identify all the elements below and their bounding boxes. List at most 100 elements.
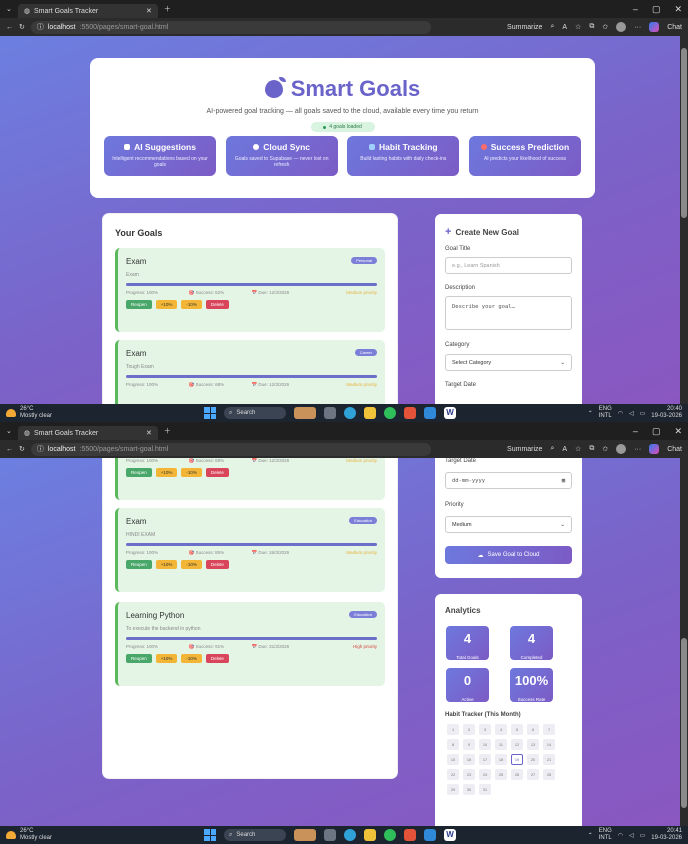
battery-icon[interactable]: ▭ xyxy=(640,832,646,839)
scrollbar[interactable] xyxy=(680,36,688,404)
file-explorer-icon[interactable] xyxy=(324,829,336,841)
chat-button[interactable]: Chat xyxy=(667,446,682,453)
url-field[interactable]: ⓘ localhost:5500/pages/smart-goal.html xyxy=(30,20,431,34)
wifi-icon[interactable]: ◠ xyxy=(618,410,623,417)
description-textarea[interactable]: Describe your goal… xyxy=(445,296,572,330)
plus-10-button[interactable]: +10% xyxy=(155,560,178,569)
browser-tab[interactable]: ◍ Smart Goals Tracker ✕ xyxy=(17,4,158,18)
favorites-bar-icon[interactable]: ✩ xyxy=(602,445,608,453)
minimize-icon[interactable]: – xyxy=(633,426,638,437)
close-tab-icon[interactable]: ✕ xyxy=(146,7,152,15)
back-icon[interactable]: ← xyxy=(6,446,13,453)
calendar-day[interactable]: 1 xyxy=(447,724,459,735)
calendar-day[interactable]: 7 xyxy=(543,724,555,735)
vscode-icon[interactable] xyxy=(424,829,436,841)
edge-icon[interactable] xyxy=(344,829,356,841)
extensions-icon[interactable]: ⧉ xyxy=(589,445,594,453)
minimize-icon[interactable]: – xyxy=(633,4,638,15)
plus-10-button[interactable]: +10% xyxy=(155,654,178,663)
calendar-day[interactable]: 30 xyxy=(463,784,475,795)
favorite-icon[interactable]: ☆ xyxy=(575,445,581,453)
save-goal-button[interactable]: ☁ Save Goal to Cloud xyxy=(445,546,572,564)
delete-button[interactable]: Delete xyxy=(205,468,229,477)
calendar-day[interactable]: 28 xyxy=(543,769,555,780)
new-tab-icon[interactable]: ＋ xyxy=(164,4,171,14)
scrollbar-thumb[interactable] xyxy=(681,48,687,218)
minus-10-button[interactable]: -10% xyxy=(181,560,202,569)
plus-10-button[interactable]: +10% xyxy=(155,300,178,309)
calendar-day[interactable]: 8 xyxy=(447,739,459,750)
calendar-day[interactable]: 22 xyxy=(447,769,459,780)
calendar-day[interactable]: 2 xyxy=(463,724,475,735)
refresh-icon[interactable]: ↻ xyxy=(19,445,25,453)
new-tab-icon[interactable]: ＋ xyxy=(164,426,171,436)
extensions-icon[interactable]: ⧉ xyxy=(589,23,594,31)
clock[interactable]: 20:40 19-03-2026 xyxy=(651,406,682,420)
read-aloud-icon[interactable]: A xyxy=(562,446,567,453)
goal-title-input[interactable]: e.g., Learn Spanish xyxy=(445,257,572,274)
calendar-day[interactable]: 15 xyxy=(447,754,459,765)
zoom-icon[interactable]: ⌕ xyxy=(550,445,554,453)
calendar-icon[interactable]: ▦ xyxy=(562,478,565,484)
calendar-day[interactable]: 31 xyxy=(479,784,491,795)
close-window-icon[interactable]: ✕ xyxy=(674,4,682,15)
more-icon[interactable]: ··· xyxy=(634,24,641,31)
copilot-icon[interactable] xyxy=(649,22,660,32)
calendar-day[interactable]: 6 xyxy=(527,724,539,735)
url-field[interactable]: ⓘ localhost:5500/pages/smart-goal.html xyxy=(30,442,431,456)
word-icon[interactable]: W xyxy=(444,829,456,841)
profile-avatar[interactable] xyxy=(616,444,627,454)
category-select[interactable]: Select Category ⌄ xyxy=(445,354,572,371)
spotify-icon[interactable] xyxy=(384,829,396,841)
word-icon[interactable]: W xyxy=(444,407,456,419)
battery-icon[interactable]: ▭ xyxy=(640,410,646,417)
calendar-day[interactable]: 3 xyxy=(479,724,491,735)
reopen-button[interactable]: Reopen xyxy=(126,300,152,309)
maximize-icon[interactable]: ▢ xyxy=(652,426,661,437)
plus-10-button[interactable]: +10% xyxy=(155,468,178,477)
scrollbar-thumb[interactable] xyxy=(681,638,687,808)
minus-10-button[interactable]: -10% xyxy=(181,300,202,309)
favorite-icon[interactable]: ☆ xyxy=(575,23,581,31)
back-icon[interactable]: ← xyxy=(6,24,13,31)
calendar-day[interactable]: 11 xyxy=(495,739,507,750)
calendar-day[interactable]: 9 xyxy=(463,739,475,750)
calendar-day[interactable]: 19 xyxy=(511,754,523,765)
language-indicator[interactable]: ENG INTL xyxy=(599,406,612,420)
wifi-icon[interactable]: ◠ xyxy=(618,832,623,839)
chevron-down-icon[interactable]: ⌄ xyxy=(6,5,12,13)
widget-icon[interactable] xyxy=(294,829,316,841)
windows-start-icon[interactable] xyxy=(204,829,216,841)
taskbar-search[interactable]: ⌕ Search xyxy=(224,407,286,419)
priority-select[interactable]: Medium ⌄ xyxy=(445,516,572,533)
weather-widget[interactable]: 26°C Mostly clear xyxy=(6,406,176,420)
brave-icon[interactable] xyxy=(404,407,416,419)
refresh-icon[interactable]: ↻ xyxy=(19,23,25,31)
calendar-day[interactable]: 25 xyxy=(495,769,507,780)
calendar-day[interactable]: 21 xyxy=(543,754,555,765)
taskbar-search[interactable]: ⌕ Search xyxy=(224,829,286,841)
summarize-button[interactable]: Summarize xyxy=(507,24,542,31)
calendar-day[interactable]: 5 xyxy=(511,724,523,735)
calendar-day[interactable]: 16 xyxy=(463,754,475,765)
calendar-day[interactable]: 4 xyxy=(495,724,507,735)
close-window-icon[interactable]: ✕ xyxy=(674,426,682,437)
copilot-icon[interactable] xyxy=(649,444,660,454)
edge-icon[interactable] xyxy=(344,407,356,419)
weather-widget[interactable]: 26°C Mostly clear xyxy=(6,828,176,842)
delete-button[interactable]: Delete xyxy=(205,654,229,663)
chat-button[interactable]: Chat xyxy=(667,24,682,31)
calendar-day[interactable]: 26 xyxy=(511,769,523,780)
reopen-button[interactable]: Reopen xyxy=(126,468,152,477)
calendar-day[interactable]: 24 xyxy=(479,769,491,780)
folder-icon[interactable] xyxy=(364,407,376,419)
reopen-button[interactable]: Reopen xyxy=(126,654,152,663)
profile-avatar[interactable] xyxy=(616,22,627,32)
favorites-bar-icon[interactable]: ✩ xyxy=(602,23,608,31)
calendar-day[interactable]: 14 xyxy=(543,739,555,750)
chevron-down-icon[interactable]: ⌄ xyxy=(6,427,12,435)
calendar-day[interactable]: 27 xyxy=(527,769,539,780)
calendar-day[interactable]: 29 xyxy=(447,784,459,795)
close-tab-icon[interactable]: ✕ xyxy=(146,429,152,437)
language-indicator[interactable]: ENG INTL xyxy=(599,828,612,842)
